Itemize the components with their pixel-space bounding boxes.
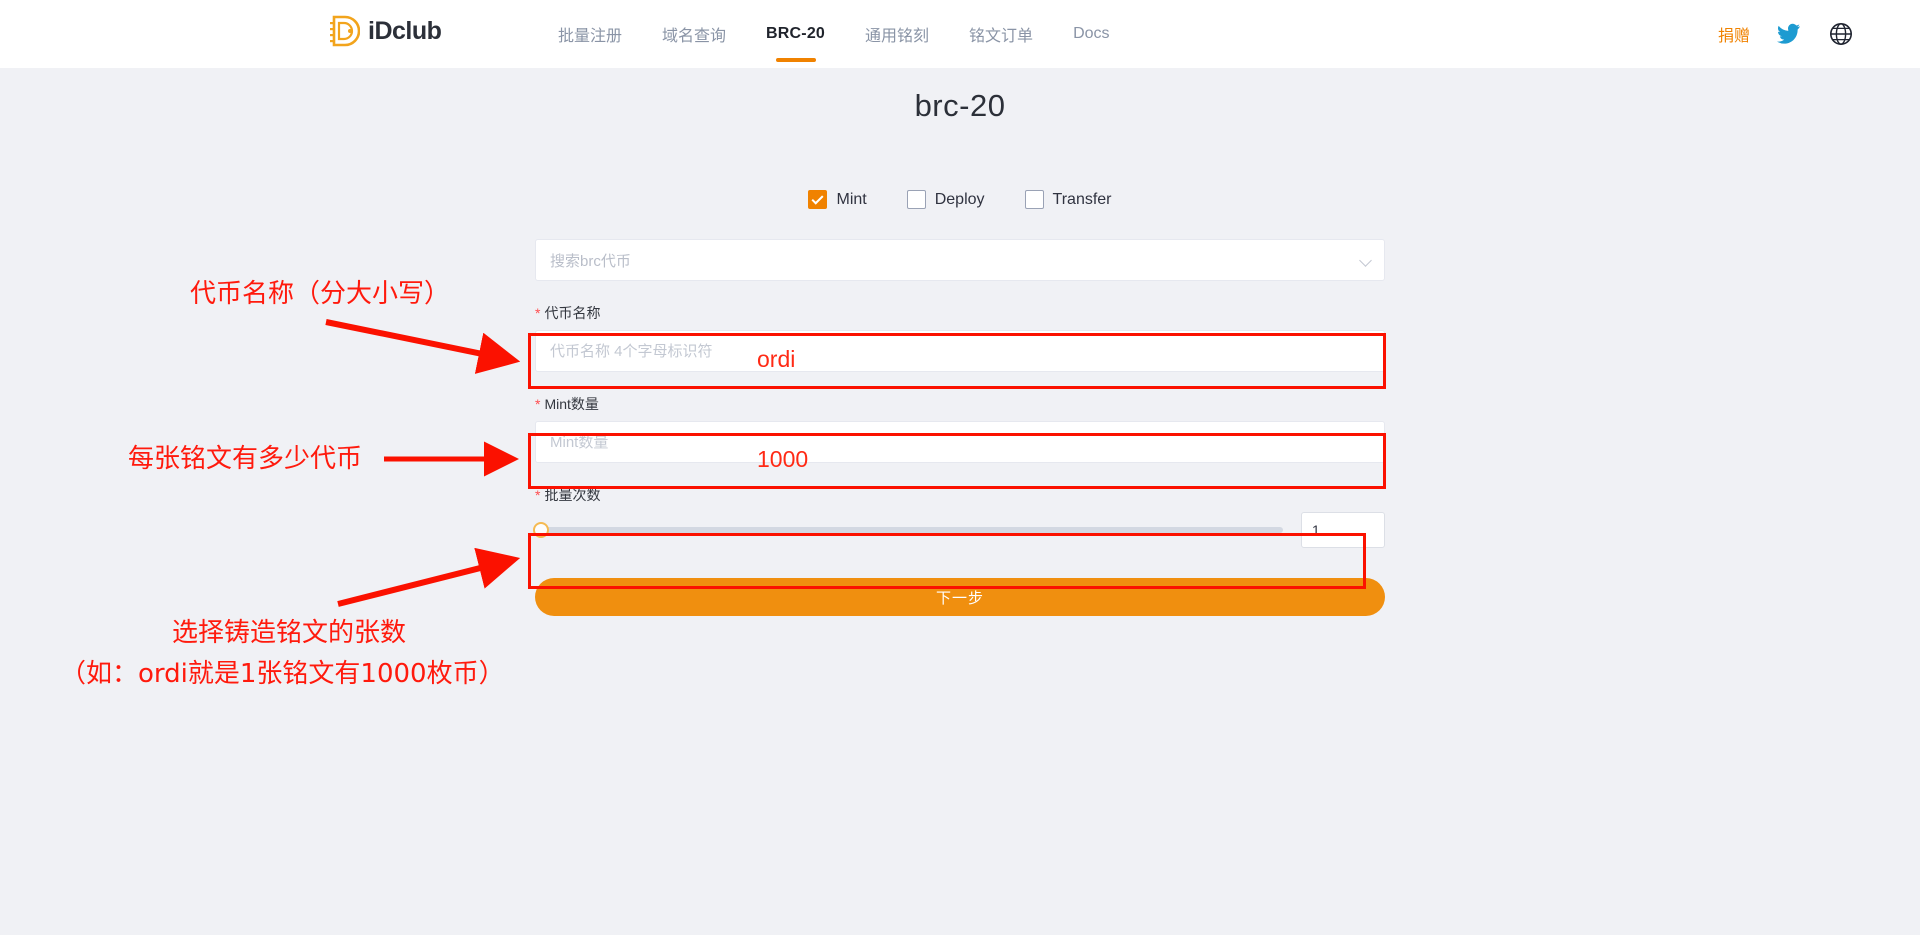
annotation-mint-amount: 每张铭文有多少代币 [128, 443, 362, 476]
operation-type-group: Mint Deploy Transfer [535, 190, 1385, 209]
field-token-name: * 代币名称 [535, 303, 1385, 372]
twitter-bird-icon[interactable] [1776, 21, 1802, 47]
header-actions: 捐赠 [1718, 0, 1854, 68]
checkbox-mint[interactable]: Mint [808, 190, 866, 209]
batch-count-control [535, 512, 1385, 548]
checkbox-transfer[interactable]: Transfer [1025, 190, 1112, 209]
label-text: Mint数量 [544, 394, 598, 414]
nav-item-general-inscribe[interactable]: 通用铭刻 [845, 0, 949, 68]
nav-item-domain-search[interactable]: 域名查询 [642, 0, 746, 68]
globe-icon[interactable] [1828, 21, 1854, 47]
label-text: 批量次数 [544, 485, 600, 505]
nav-label: BRC-20 [766, 25, 825, 43]
main-nav: 批量注册 域名查询 BRC-20 通用铭刻 铭文订单 Docs [538, 0, 1130, 68]
donate-link[interactable]: 捐赠 [1718, 22, 1750, 46]
arrow-batch-count [338, 560, 512, 604]
checkbox-deploy[interactable]: Deploy [907, 190, 985, 209]
mint-amount-input[interactable] [535, 421, 1385, 463]
token-search-select[interactable]: 搜索brc代币 [535, 239, 1385, 281]
nav-label: 批量注册 [558, 22, 622, 46]
batch-count-slider[interactable] [535, 527, 1283, 533]
nav-label: Docs [1073, 25, 1109, 43]
brand-name: iDclub [368, 19, 441, 44]
site-header: iDclub 批量注册 域名查询 BRC-20 通用铭刻 铭文订单 Docs 捐… [0, 0, 1920, 68]
token-search-placeholder: 搜索brc代币 [550, 250, 631, 271]
annotation-batch-count-line2: （如：ordi就是1张铭文有1000枚币） [60, 658, 505, 691]
annotation-token-name: 代币名称（分大小写） [190, 278, 450, 311]
checkbox-label: Deploy [935, 191, 985, 209]
field-label-batch-count: * 批量次数 [535, 485, 1385, 505]
next-step-button[interactable]: 下一步 [535, 578, 1385, 616]
nav-label: 域名查询 [662, 22, 726, 46]
field-label-mint-amount: * Mint数量 [535, 394, 1385, 414]
field-label-token-name: * 代币名称 [535, 303, 1385, 323]
nav-label: 铭文订单 [969, 22, 1033, 46]
required-asterisk: * [535, 397, 540, 411]
arrow-token-name [326, 322, 512, 360]
checkbox-box-icon [808, 190, 827, 209]
checkbox-label: Mint [836, 191, 866, 209]
nav-item-docs[interactable]: Docs [1053, 0, 1129, 68]
nav-item-batch-register[interactable]: 批量注册 [538, 0, 642, 68]
required-asterisk: * [535, 488, 540, 502]
nav-item-inscription-orders[interactable]: 铭文订单 [949, 0, 1053, 68]
required-asterisk: * [535, 306, 540, 320]
chevron-down-icon [1359, 254, 1372, 267]
token-name-input[interactable] [535, 330, 1385, 372]
brand-logo[interactable]: iDclub [330, 14, 441, 48]
annotation-batch-count-line1: 选择铸造铭文的张数 [172, 617, 406, 650]
field-mint-amount: * Mint数量 [535, 394, 1385, 463]
idclub-logo-icon [330, 14, 360, 48]
nav-label: 通用铭刻 [865, 22, 929, 46]
checkbox-box-icon [1025, 190, 1044, 209]
slider-handle[interactable] [533, 522, 549, 538]
label-text: 代币名称 [544, 303, 600, 323]
checkbox-label: Transfer [1053, 191, 1112, 209]
batch-count-number-input[interactable] [1301, 512, 1385, 548]
brc20-form: Mint Deploy Transfer 搜索brc代币 * 代币名称 * Mi… [535, 190, 1385, 616]
active-tab-indicator [776, 58, 816, 62]
nav-item-brc-20[interactable]: BRC-20 [746, 0, 845, 68]
checkbox-box-icon [907, 190, 926, 209]
page-title: brc-20 [0, 88, 1920, 124]
field-batch-count: * 批量次数 [535, 485, 1385, 548]
check-icon [812, 192, 824, 204]
